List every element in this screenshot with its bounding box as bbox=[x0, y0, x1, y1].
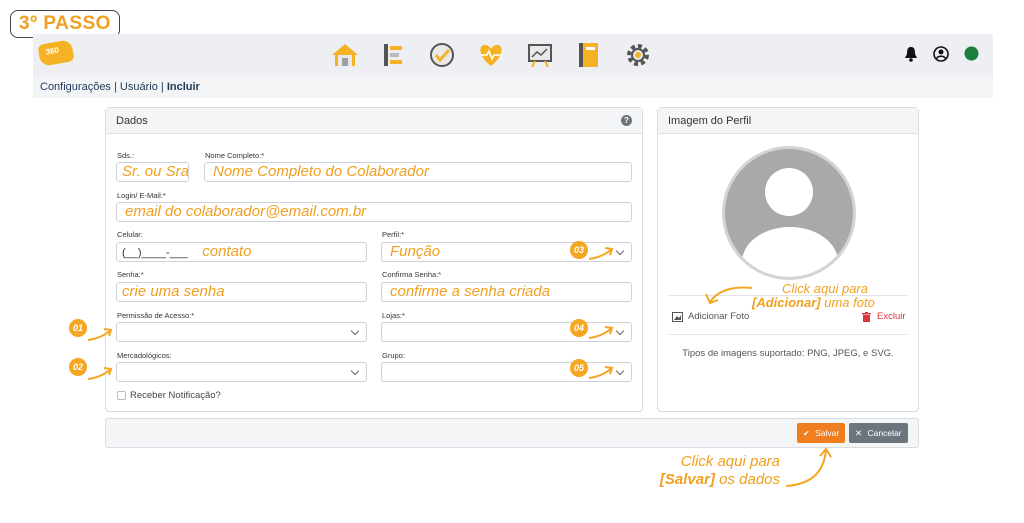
marker-03: 03 bbox=[570, 241, 588, 259]
celular-mask: (__)____-___ bbox=[122, 247, 189, 259]
image-types-note: Tipos de imagens suportado: PNG, JPEG, e… bbox=[682, 348, 894, 359]
trash-icon[interactable] bbox=[862, 312, 871, 322]
chevron-down-icon bbox=[615, 326, 625, 336]
close-icon: ✕ bbox=[855, 428, 863, 438]
hint-add-bold: [Adicionar] bbox=[752, 295, 821, 310]
hint-save-bold: [Salvar] bbox=[659, 471, 715, 488]
logo-text: 360 bbox=[44, 45, 60, 57]
marker-01: 01 bbox=[69, 319, 87, 337]
chart-board-icon[interactable] bbox=[525, 40, 555, 70]
senha-input[interactable]: crie uma senha bbox=[116, 282, 367, 302]
divider bbox=[668, 334, 908, 335]
breadcrumb-sep: | bbox=[110, 81, 120, 93]
celular-label: Celular: bbox=[117, 230, 143, 239]
add-photo-button[interactable]: Adicionar Foto bbox=[688, 311, 749, 322]
arrow-icon bbox=[588, 247, 614, 260]
marker-02: 02 bbox=[69, 358, 87, 376]
breadcrumb-current: Incluir bbox=[166, 81, 200, 93]
nome-label: Nome Completo:* bbox=[205, 151, 265, 160]
perfil-card-header: Imagem do Perfil bbox=[658, 108, 918, 134]
bell-icon[interactable] bbox=[904, 46, 920, 62]
top-navbar: 360 bbox=[33, 34, 993, 76]
breadcrumb-usuario[interactable]: Usuário bbox=[120, 81, 158, 93]
sds-label: Sds.: bbox=[117, 151, 135, 160]
perfil-label: Perfil:* bbox=[382, 230, 405, 239]
arrow-icon bbox=[785, 447, 832, 487]
image-icon bbox=[672, 312, 683, 322]
notebook-icon[interactable] bbox=[574, 40, 604, 70]
mercadologicos-select[interactable] bbox=[116, 362, 367, 382]
marker-05: 05 bbox=[570, 359, 588, 377]
chevron-down-icon bbox=[350, 366, 360, 376]
settings-gear-icon[interactable] bbox=[623, 40, 653, 70]
save-label: Salvar bbox=[815, 428, 840, 438]
cancel-button[interactable]: ✕ Cancelar bbox=[849, 423, 908, 443]
hint-save-rest: os dados bbox=[714, 471, 780, 488]
avatar-placeholder bbox=[722, 146, 856, 280]
breadcrumb-sep: | bbox=[157, 81, 167, 93]
mercado-label: Mercadológicos: bbox=[117, 351, 172, 360]
help-icon[interactable]: ? bbox=[621, 115, 632, 126]
breadcrumb: Configurações | Usuário | Incluir bbox=[33, 76, 993, 98]
login-label: Login/ E-Mail:* bbox=[117, 191, 166, 200]
login-input[interactable]: email do colaborador@email.com.br bbox=[116, 202, 632, 222]
arrow-icon bbox=[588, 326, 614, 339]
excluir-button[interactable]: Excluir bbox=[877, 311, 906, 322]
breadcrumb-configuracoes[interactable]: Configurações bbox=[40, 81, 111, 93]
check-icon: ✔ bbox=[803, 429, 810, 438]
hint-add-photo: Click aqui para [Adicionar] uma foto bbox=[752, 282, 875, 310]
chevron-down-icon bbox=[350, 326, 360, 336]
receber-notificacao-label: Receber Notificação? bbox=[130, 390, 221, 401]
lojas-label: Lojas:* bbox=[382, 311, 405, 320]
sds-input[interactable]: Sr. ou Sra. bbox=[116, 162, 189, 182]
heart-pulse-icon[interactable] bbox=[476, 40, 506, 70]
senha-label: Senha:* bbox=[117, 270, 144, 279]
arrow-icon bbox=[705, 286, 753, 305]
confirma-label: Confirma Senha:* bbox=[382, 270, 442, 279]
status-dot-icon bbox=[964, 46, 980, 62]
save-button[interactable]: ✔ Salvar bbox=[797, 423, 845, 443]
check-circle-icon[interactable] bbox=[427, 40, 457, 70]
arrow-icon bbox=[87, 328, 113, 341]
nome-input[interactable]: Nome Completo do Colaborador bbox=[204, 162, 632, 182]
hint-add-rest: uma foto bbox=[820, 295, 875, 310]
arrow-icon bbox=[588, 366, 614, 379]
marker-04: 04 bbox=[570, 319, 588, 337]
hint-save: Click aqui para [Salvar] os dados bbox=[640, 453, 780, 489]
celular-input[interactable]: (__)____-___ contato bbox=[116, 242, 367, 262]
hint-save-line1: Click aqui para bbox=[680, 453, 780, 470]
grupo-label: Grupo: bbox=[382, 351, 405, 360]
receber-notificacao-checkbox[interactable] bbox=[117, 391, 126, 400]
chevron-down-icon bbox=[615, 246, 625, 256]
list-icon[interactable] bbox=[378, 40, 408, 70]
hint-add-line1: Click aqui para bbox=[782, 281, 868, 296]
dados-card-header: Dados ? bbox=[106, 108, 642, 134]
cancel-label: Cancelar bbox=[867, 428, 902, 438]
app-logo[interactable]: 360 bbox=[37, 39, 75, 67]
chevron-down-icon bbox=[615, 366, 625, 376]
perfil-value: Função bbox=[390, 243, 441, 260]
permissao-label: Permissão de Acesso:* bbox=[117, 311, 195, 320]
user-circle-icon[interactable] bbox=[933, 46, 949, 62]
permissao-select[interactable] bbox=[116, 322, 367, 342]
confirma-input[interactable]: confirme a senha criada bbox=[381, 282, 632, 302]
celular-value: contato bbox=[202, 243, 252, 260]
arrow-icon bbox=[87, 367, 113, 380]
dados-title: Dados bbox=[116, 115, 148, 127]
home-icon[interactable] bbox=[330, 40, 360, 70]
perfil-card-title: Imagem do Perfil bbox=[668, 115, 752, 127]
